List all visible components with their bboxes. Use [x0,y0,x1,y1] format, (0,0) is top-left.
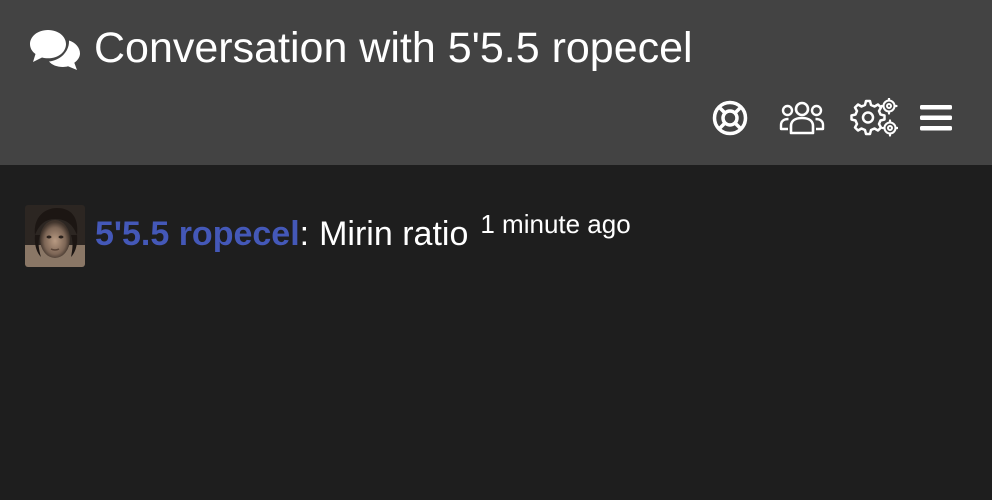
users-icon[interactable] [776,96,828,140]
page-title: Conversation with 5'5.5 ropecel [94,24,693,72]
comments-icon [28,26,82,70]
settings-icon[interactable] [850,96,898,140]
avatar[interactable] [25,205,85,267]
header-toolbar [706,96,956,140]
lifebuoy-icon[interactable] [706,96,754,140]
author-separator: : [299,215,310,253]
message-line: 5'5.5 ropecel: Mirin ratio 1 minute ago [95,209,631,254]
hamburger-menu-icon[interactable] [916,96,956,140]
conversation-header: Conversation with 5'5.5 ropecel [0,0,992,165]
conversation-body: 5'5.5 ropecel: Mirin ratio 1 minute ago [0,165,992,500]
message-item: 5'5.5 ropecel: Mirin ratio 1 minute ago [25,205,631,267]
title-row: Conversation with 5'5.5 ropecel [28,20,693,76]
message-timestamp: 1 minute ago [480,209,631,239]
message-author-link[interactable]: 5'5.5 ropecel [95,215,300,254]
message-text: Mirin ratio [319,215,469,253]
